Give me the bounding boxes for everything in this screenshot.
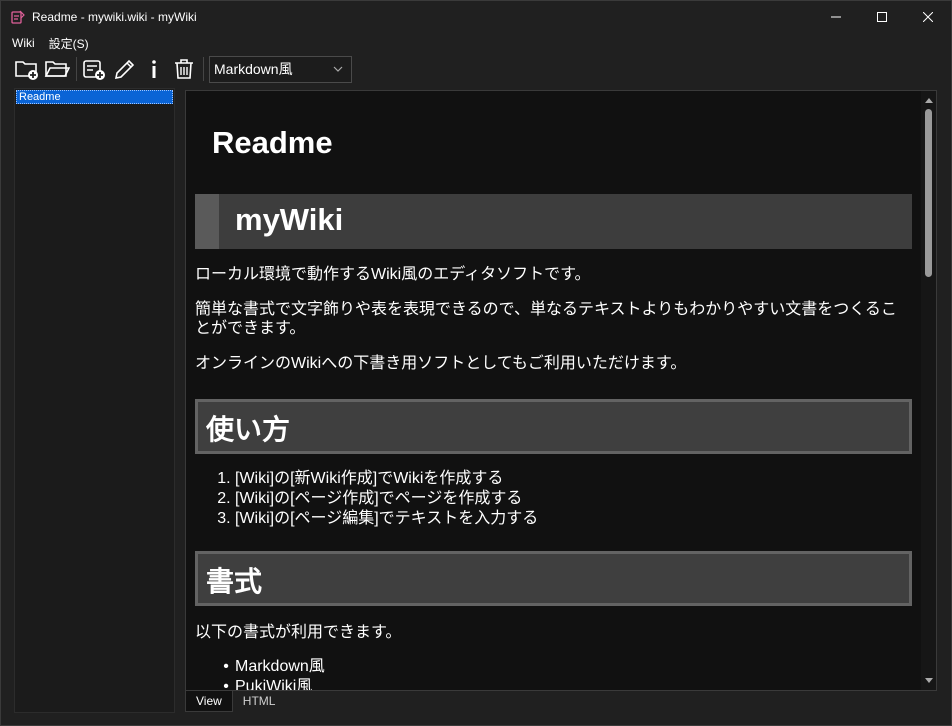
- close-icon: [923, 12, 933, 22]
- paragraph: ローカル環境で動作するWiki風のエディタソフトです。: [195, 266, 591, 283]
- scroll-up-arrow-icon[interactable]: [921, 93, 936, 108]
- menu-bar: Wiki 設定(S): [1, 33, 96, 53]
- tab-view[interactable]: View: [185, 691, 233, 712]
- tab-html[interactable]: HTML: [233, 691, 286, 712]
- heading-format: 書式: [195, 551, 912, 606]
- heading-text: 書式: [206, 566, 263, 597]
- menu-wiki[interactable]: Wiki: [5, 36, 42, 50]
- content-view[interactable]: Readme myWiki ローカル環境で動作するWiki風のエディタソフトです…: [185, 90, 937, 691]
- window-title: Readme - mywiki.wiki - myWiki: [32, 10, 197, 24]
- minimize-button[interactable]: [813, 1, 859, 33]
- toolbar-separator: [203, 57, 204, 81]
- open-wiki-button[interactable]: [43, 55, 71, 83]
- trash-icon: [175, 59, 193, 79]
- edit-pencil-icon: [114, 59, 135, 80]
- list-item: 1. [Wiki]の[新Wiki作成]でWikiを作成する: [217, 470, 504, 487]
- open-folder-icon: [44, 61, 70, 77]
- scroll-down-arrow-icon[interactable]: [921, 673, 936, 688]
- delete-page-button[interactable]: [170, 55, 198, 83]
- format-select-value: Markdown風: [214, 61, 293, 77]
- minimize-icon: [831, 16, 841, 18]
- format-select[interactable]: Markdown風: [209, 55, 352, 83]
- list-item: • PukiWiki風: [223, 678, 313, 691]
- heading-usage: 使い方: [195, 399, 912, 454]
- paragraph: オンラインのWikiへの下書き用ソフトとしてもご利用いただけます。: [195, 355, 687, 372]
- heading-text: 使い方: [206, 414, 291, 445]
- close-button[interactable]: [905, 1, 951, 33]
- heading-mywiki: myWiki: [195, 194, 912, 249]
- paragraph: 以下の書式が利用できます。: [195, 624, 402, 641]
- format-list: • Markdown風 • PukiWiki風: [217, 657, 325, 691]
- new-page-icon: [83, 60, 105, 80]
- paragraph: 簡単な書式で文字飾りや表を表現できるので、単なるテキストよりもわかりやすい文書を…: [195, 301, 897, 337]
- app-window: Readme - mywiki.wiki - myWiki Wiki 設定(S): [0, 0, 952, 726]
- new-page-button[interactable]: [80, 55, 108, 83]
- tree-item-readme[interactable]: Readme: [16, 90, 173, 104]
- menu-settings[interactable]: 設定(S): [42, 35, 96, 52]
- new-wiki-button[interactable]: [13, 55, 41, 83]
- app-logo-icon: [10, 9, 26, 25]
- title-bar: Readme - mywiki.wiki - myWiki: [1, 1, 951, 33]
- toolbar-separator: [76, 57, 77, 81]
- toolbar: Markdown風: [13, 54, 352, 84]
- heading-text: myWiki: [235, 202, 344, 237]
- page-title: Readme: [212, 125, 333, 160]
- maximize-button[interactable]: [859, 1, 905, 33]
- chevron-down-icon: [333, 66, 343, 72]
- edit-page-button[interactable]: [110, 55, 138, 83]
- page-tree[interactable]: Readme: [14, 88, 175, 713]
- list-item: 3. [Wiki]の[ページ編集]でテキストを入力する: [217, 510, 539, 527]
- usage-steps-list: 1. [Wiki]の[新Wiki作成]でWikiを作成する 2. [Wiki]の…: [217, 469, 538, 529]
- scrollbar-thumb[interactable]: [925, 109, 932, 277]
- vertical-scrollbar[interactable]: [921, 91, 936, 690]
- view-tabs: View HTML: [185, 691, 285, 713]
- maximize-icon: [877, 12, 887, 22]
- list-item: 2. [Wiki]の[ページ作成]でページを作成する: [217, 490, 523, 507]
- list-item: • Markdown風: [223, 658, 325, 675]
- page-info-button[interactable]: [140, 55, 168, 83]
- new-wiki-icon: [15, 61, 38, 80]
- info-icon: [152, 60, 156, 78]
